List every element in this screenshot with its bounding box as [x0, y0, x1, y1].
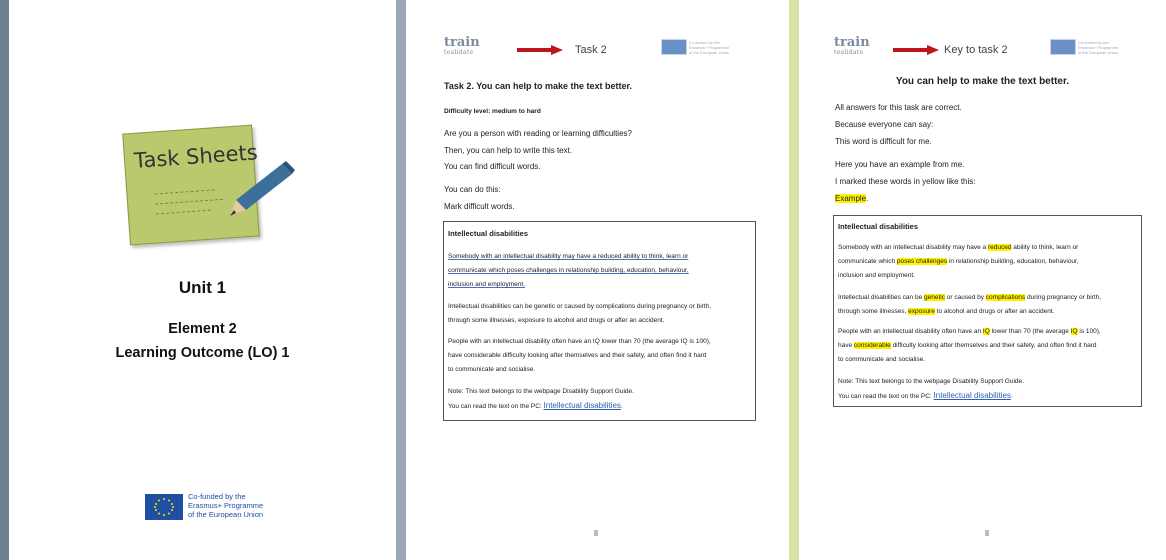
key-text-box: Intellectual disabilities Somebody with …: [833, 215, 1142, 407]
box-p1-line-3: inclusion and employment.: [448, 281, 525, 288]
key-title: You can help to make the text better.: [895, 76, 1070, 87]
key-intro-3: This word is difficult for me.: [835, 137, 932, 146]
eu-cofunded-text: Co-funded by the Erasmus+ Programme of t…: [188, 492, 264, 519]
eu-cofunded-text: Co-funded by the Erasmus+ Programme of t…: [689, 40, 730, 55]
box-p3-line-1: People with an intellectual disability o…: [448, 338, 711, 345]
key-box-read-line: You can read the text on the PC: Intelle…: [838, 391, 1013, 400]
do-line-2: Mark difficult words.: [444, 202, 515, 211]
box-heading: Intellectual disabilities: [448, 229, 529, 238]
key-example-word: Example.: [835, 194, 869, 203]
cover-element-title: Element 2: [168, 321, 237, 337]
page-gap-1: [396, 0, 406, 560]
key-box-note: Note: This text belongs to the webpage D…: [838, 378, 1024, 385]
page-gap-2: [789, 0, 799, 560]
eu-flag-icon: [1050, 39, 1076, 55]
box-note: Note: This text belongs to the webpage D…: [448, 388, 634, 395]
key-box-p2-line-1: Intellectual disabilities can be genetic…: [838, 294, 1102, 301]
key-box-p1-line-2: communicate which poses challenges in re…: [838, 258, 1079, 265]
key-box-p2-line-2: through some illnesses, exposure to alco…: [838, 308, 1055, 315]
page-number: [985, 530, 989, 536]
key-box-heading: Intellectual disabilities: [838, 222, 919, 231]
eu-flag-icon: [661, 39, 687, 55]
do-line-1: You can do this:: [444, 185, 501, 194]
train-logo: train tealidate: [444, 35, 480, 56]
key-example-1: Here you have an example from me.: [835, 160, 965, 169]
eu-flag-icon: [145, 494, 183, 520]
box-p2-line-1: Intellectual disabilities can be genetic…: [448, 303, 712, 310]
arrow-right-icon: [517, 45, 563, 55]
page-number: [594, 530, 598, 536]
key-box-p3-line-2: have considerable difficulty looking aft…: [838, 342, 1097, 349]
train-logo: train tealidate: [834, 35, 870, 56]
key-intro-1: All answers for this task are correct.: [835, 103, 962, 112]
key-box-p1-line-3: inclusion and employment.: [838, 272, 915, 279]
page-task-2: train tealidate Task 2 Co-funded by the …: [406, 0, 789, 560]
key-box-p3-line-3: to communicate and socialise.: [838, 356, 926, 363]
intro-line-1: Are you a person with reading or learnin…: [444, 129, 632, 138]
box-p3-line-2: have considerable difficulty looking aft…: [448, 352, 707, 359]
key-example-2: I marked these words in yellow like this…: [835, 177, 976, 186]
left-gutter: [0, 0, 9, 560]
box-p1-line-2: communicate which poses challenges in re…: [448, 267, 689, 274]
cover-unit-title: Unit 1: [178, 278, 227, 297]
box-read-line: You can read the text on the PC: Intelle…: [448, 401, 623, 410]
key-intro-2: Because everyone can say:: [835, 120, 934, 129]
cover-lo-title: Learning Outcome (LO) 1: [115, 345, 290, 361]
box-p2-line-2: through some illnesses, exposure to alco…: [448, 317, 665, 324]
header-task-label: Task 2: [575, 44, 607, 56]
difficulty-level: Difficulty level: medium to hard: [444, 108, 541, 115]
intro-line-3: You can find difficult words.: [444, 162, 541, 171]
intellectual-disabilities-link[interactable]: Intellectual disabilities: [544, 401, 621, 410]
key-box-p1-line-1: Somebody with an intellectual disability…: [838, 244, 1079, 251]
page-cover: Task Sheets Unit 1 Element 2 Learning Ou…: [9, 0, 396, 560]
box-p1-line-1: Somebody with an intellectual disability…: [448, 253, 689, 260]
intellectual-disabilities-link[interactable]: Intellectual disabilities: [934, 391, 1011, 400]
eu-cofunded-text: Co-funded by the Erasmus+ Programme of t…: [1078, 40, 1119, 55]
header-key-label: Key to task 2: [944, 44, 1008, 56]
arrow-right-icon: [893, 45, 939, 55]
key-box-p3-line-1: People with an intellectual disability o…: [838, 328, 1101, 335]
text-box: Intellectual disabilities Somebody with …: [443, 221, 756, 421]
task-title: Task 2. You can help to make the text be…: [444, 81, 633, 91]
box-p3-line-3: to communicate and socialise.: [448, 366, 536, 373]
intro-line-2: Then, you can help to write this text.: [444, 146, 573, 155]
page-key-task-2: train tealidate Key to task 2 Co-funded …: [799, 0, 1166, 560]
pencil-icon: [230, 161, 295, 216]
